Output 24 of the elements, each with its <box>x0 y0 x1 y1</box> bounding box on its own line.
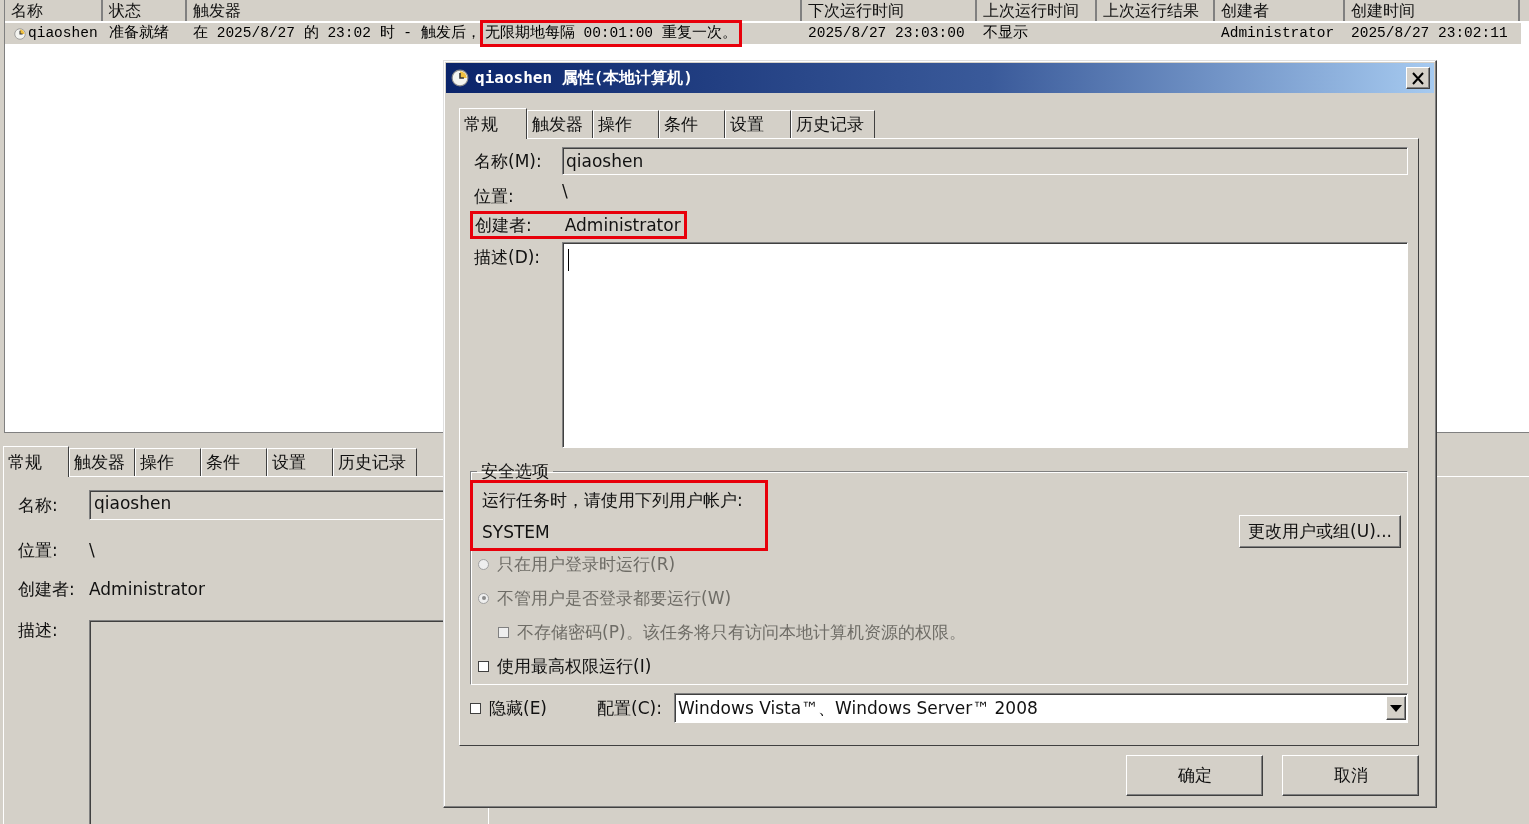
author-value: Administrator <box>89 578 205 602</box>
account-name: SYSTEM <box>482 522 551 542</box>
field-label: 名称: <box>18 493 59 517</box>
table-cell-text: qiaoshen <box>28 24 98 43</box>
table-cell-text: Administrator <box>1221 24 1335 43</box>
table-cell-text: 2025/8/27 23:03:00 <box>808 24 965 43</box>
table-cell-text: 准备就绪 <box>109 23 169 43</box>
table-cell: 无限期地每隔 00:01:00 重复一次。 <box>482 23 739 44</box>
field-label: 创建者: <box>475 214 532 236</box>
field-label: 位置: <box>18 538 59 562</box>
field-label: 配置(C): <box>597 696 662 720</box>
table-cell-text: 不显示 <box>983 24 1028 43</box>
field-label: 位置: <box>474 185 515 208</box>
author-value: Administrator <box>564 214 681 236</box>
table-cell-text: 2025/8/27 23:02:11 <box>1351 24 1508 43</box>
field-label: 创建者: <box>18 578 76 602</box>
field-label: 描述(D): <box>474 246 542 269</box>
location-value: \ <box>562 181 569 201</box>
field-label: 名称(M): <box>474 149 543 173</box>
window-title: qiaoshen 属性(本地计算机) <box>475 67 694 89</box>
table-cell-text: 在 2025/8/27 的 23:02 时 - 触发后， <box>193 23 481 43</box>
field-label: 描述: <box>18 619 59 643</box>
group-title: 安全选项 <box>480 460 550 483</box>
location-value: \ <box>89 538 95 562</box>
